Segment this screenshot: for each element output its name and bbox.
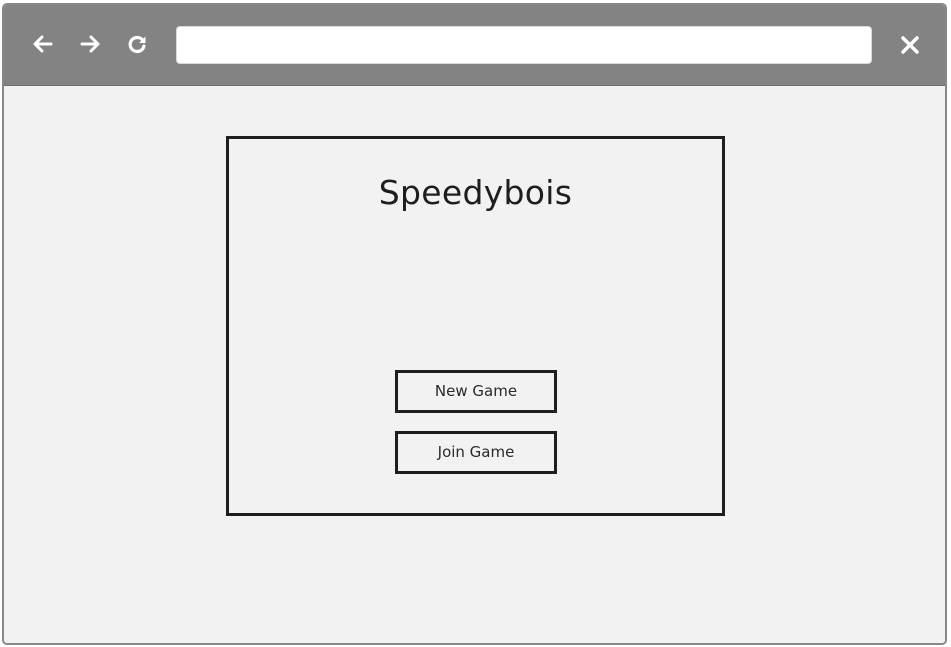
page-content: Speedybois New Game Join Game — [4, 86, 945, 643]
browser-toolbar — [4, 5, 945, 86]
game-menu-panel: Speedybois New Game Join Game — [226, 136, 725, 516]
address-bar-input[interactable] — [176, 26, 872, 64]
back-arrow-icon[interactable] — [31, 32, 55, 56]
game-title: Speedybois — [378, 173, 573, 212]
new-game-button[interactable]: New Game — [395, 370, 557, 413]
reload-icon[interactable] — [125, 32, 149, 56]
forward-arrow-icon[interactable] — [78, 32, 102, 56]
browser-window: Speedybois New Game Join Game — [2, 3, 947, 645]
join-game-button[interactable]: Join Game — [395, 431, 557, 474]
close-icon[interactable] — [898, 33, 922, 57]
